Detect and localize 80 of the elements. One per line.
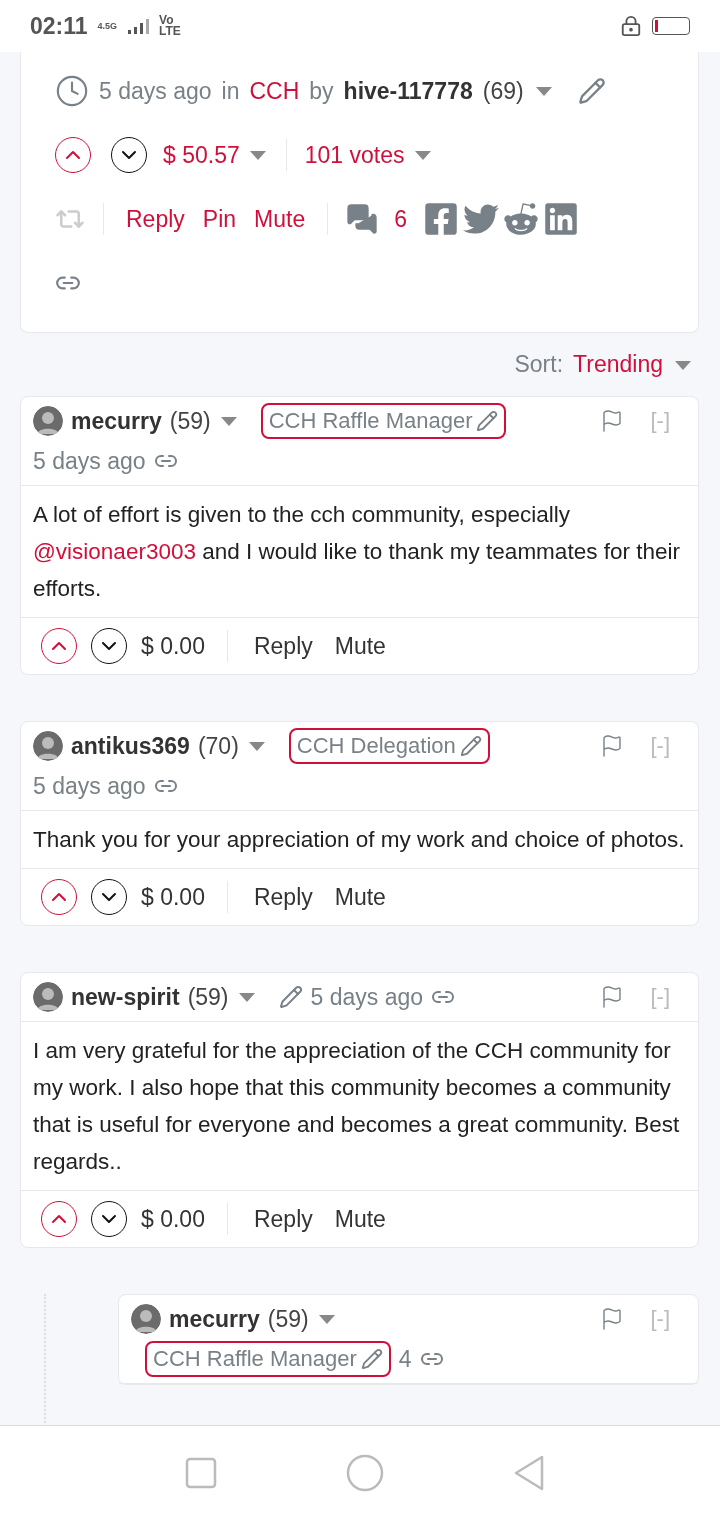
action-link[interactable]: Mute bbox=[330, 632, 390, 660]
sort-dropdown[interactable]: Trending bbox=[573, 351, 663, 378]
downvote-button[interactable] bbox=[111, 137, 147, 173]
signal-icon bbox=[127, 18, 150, 34]
comment-author[interactable]: mecurry bbox=[169, 1301, 260, 1337]
volte-label: Vo bbox=[159, 15, 174, 26]
network-type: 4.5G bbox=[97, 21, 118, 31]
downvote-button[interactable] bbox=[91, 1201, 127, 1237]
payout[interactable]: $ 0.00 bbox=[141, 632, 205, 660]
lte-label: LTE bbox=[159, 26, 181, 37]
payout[interactable]: $ 0.00 bbox=[141, 1205, 205, 1233]
sort-label: Sort: bbox=[514, 351, 564, 378]
mention-link[interactable]: @visionaer3003 bbox=[33, 539, 196, 564]
caret-icon[interactable] bbox=[533, 85, 554, 97]
upvote-button[interactable] bbox=[55, 137, 91, 173]
action-link[interactable]: Mute bbox=[330, 1205, 390, 1233]
reputation: (59) bbox=[169, 407, 211, 436]
upvote-button[interactable] bbox=[41, 628, 77, 664]
by-label: by bbox=[309, 77, 334, 105]
pencil-icon[interactable] bbox=[476, 410, 499, 432]
post-author[interactable]: hive-117778 bbox=[343, 77, 473, 105]
reputation: (69) bbox=[482, 77, 524, 105]
reputation: (59) bbox=[267, 1305, 309, 1334]
reputation: (70) bbox=[197, 732, 239, 761]
comment-time: 5 days ago bbox=[310, 983, 424, 1012]
payout[interactable]: $ 50.57 bbox=[163, 141, 268, 169]
clock: 02:11 bbox=[30, 12, 88, 40]
comment-time: 5 days ago bbox=[33, 447, 146, 476]
comment-author[interactable]: antikus369 bbox=[71, 728, 190, 764]
comment-author[interactable]: mecurry bbox=[71, 403, 162, 439]
payout[interactable]: $ 0.00 bbox=[141, 883, 205, 911]
comment-text: I am very grateful for the appreciation of the CCH community for my work. I also hope that this community becomes a community that is useful for everyone and becomes a great community. Best regards.. bbox=[21, 1022, 698, 1191]
comment-time: 4 bbox=[398, 1345, 412, 1374]
action-link[interactable]: Reply bbox=[249, 1205, 317, 1233]
pencil-icon[interactable] bbox=[459, 735, 482, 757]
avatar[interactable] bbox=[33, 982, 63, 1012]
pencil-icon[interactable] bbox=[577, 77, 606, 105]
caret-icon[interactable] bbox=[236, 991, 257, 1003]
comments-icon[interactable] bbox=[346, 203, 379, 235]
upvote-button[interactable] bbox=[41, 1201, 77, 1237]
action-link[interactable]: Mute bbox=[330, 883, 390, 911]
role-badge: CCH Raffle Manager bbox=[145, 1341, 391, 1377]
role-badge: CCH Raffle Manager bbox=[260, 403, 507, 439]
linkedin-icon[interactable] bbox=[543, 201, 579, 237]
action-link[interactable]: Reply bbox=[249, 632, 317, 660]
avatar[interactable] bbox=[131, 1304, 161, 1334]
community-link[interactable]: CCH bbox=[249, 77, 300, 105]
action-link[interactable]: Mute bbox=[250, 205, 310, 233]
in-label: in bbox=[221, 77, 240, 105]
comment-count[interactable]: 6 bbox=[394, 205, 407, 233]
upvote-button[interactable] bbox=[41, 879, 77, 915]
pencil-icon[interactable] bbox=[278, 985, 303, 1009]
pencil-icon[interactable] bbox=[360, 1348, 383, 1370]
votes-count[interactable]: 101 votes bbox=[304, 141, 433, 169]
reddit-icon[interactable] bbox=[503, 201, 539, 237]
action-link[interactable]: Reply bbox=[249, 883, 317, 911]
reputation: (59) bbox=[187, 983, 229, 1012]
rotation-lock-icon bbox=[620, 15, 642, 37]
post-time: 5 days ago bbox=[99, 77, 212, 105]
facebook-icon[interactable] bbox=[423, 201, 459, 237]
caret-icon[interactable] bbox=[218, 415, 239, 427]
comment-text: Thank you for your appreciation of my work and choice of photos. bbox=[21, 811, 698, 869]
downvote-button[interactable] bbox=[91, 628, 127, 664]
comment-time: 5 days ago bbox=[33, 772, 146, 801]
clock-icon bbox=[55, 74, 89, 108]
twitter-icon[interactable] bbox=[463, 201, 499, 237]
role-badge: CCH Delegation bbox=[288, 728, 490, 764]
caret-icon[interactable] bbox=[412, 149, 433, 161]
avatar[interactable] bbox=[33, 731, 63, 761]
comment-author[interactable]: new-spirit bbox=[71, 979, 180, 1015]
caret-icon[interactable] bbox=[673, 358, 693, 371]
avatar[interactable] bbox=[33, 406, 63, 436]
caret-icon[interactable] bbox=[247, 149, 268, 161]
battery-icon bbox=[652, 17, 690, 35]
downvote-button[interactable] bbox=[91, 879, 127, 915]
caret-icon[interactable] bbox=[246, 740, 267, 752]
comment-text: A lot of effort is given to the cch community, especially @visionaer3003 and I would like to thank my teammates for their efforts. bbox=[21, 486, 698, 618]
caret-icon[interactable] bbox=[316, 1313, 337, 1325]
action-link[interactable]: Reply bbox=[122, 205, 189, 233]
action-link[interactable]: Pin bbox=[198, 205, 241, 233]
